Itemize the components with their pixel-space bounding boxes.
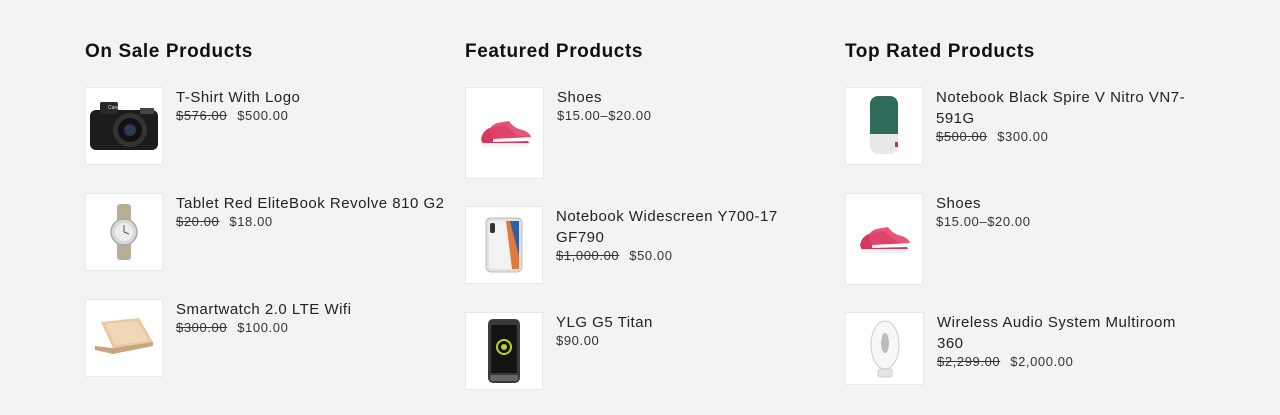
product-thumb[interactable] xyxy=(845,312,924,385)
product-name[interactable]: Tablet Red EliteBook Revolve 810 G2 xyxy=(176,193,446,214)
product-price: $500.00 $300.00 xyxy=(936,129,1206,144)
watch-icon xyxy=(110,204,138,260)
product-item[interactable]: Shoes $15.00–$20.00 xyxy=(845,193,1206,285)
product-price: $300.00 $100.00 xyxy=(176,320,446,335)
column-title: Top Rated Products xyxy=(845,41,1035,62)
current-price: $500.00 xyxy=(237,108,289,123)
product-name[interactable]: Notebook Black Spire V Nitro VN7-591G xyxy=(936,87,1206,129)
product-thumb[interactable] xyxy=(465,206,543,284)
product-name[interactable]: Shoes xyxy=(936,193,1206,214)
laptop-icon xyxy=(95,318,153,354)
featured-column: Featured Products Shoes $15.00–$20.00 No… xyxy=(465,40,825,390)
product-price: $1,000.00 $50.00 xyxy=(556,248,826,263)
old-price: $300.00 xyxy=(176,320,228,335)
column-title: Featured Products xyxy=(465,41,644,62)
product-name[interactable]: Notebook Widescreen Y700-17 GF790 xyxy=(556,206,826,248)
current-price: $100.00 xyxy=(237,320,289,335)
product-name[interactable]: Shoes xyxy=(557,87,827,108)
wireless-speaker-icon xyxy=(870,320,899,377)
product-price: $20.00 $18.00 xyxy=(176,214,446,229)
product-price: $576.00 $500.00 xyxy=(176,108,446,123)
current-price: $50.00 xyxy=(629,248,673,263)
product-item[interactable]: Shoes $15.00–$20.00 xyxy=(465,87,827,179)
product-name[interactable]: T-Shirt With Logo xyxy=(176,87,446,108)
product-widgets: On Sale Products Canon T-Shirt With Logo… xyxy=(0,0,1280,415)
product-thumb[interactable]: Canon xyxy=(85,87,163,165)
product-price: $2,299.00 $2,000.00 xyxy=(937,354,1197,369)
current-price: $15.00–$20.00 xyxy=(936,214,1031,229)
product-thumb[interactable] xyxy=(85,299,163,377)
product-item[interactable]: YLG G5 Titan $90.00 xyxy=(465,312,826,390)
old-price: $20.00 xyxy=(176,214,220,229)
product-price: $15.00–$20.00 xyxy=(557,108,827,123)
product-name[interactable]: YLG G5 Titan xyxy=(556,312,826,333)
product-item[interactable]: Canon T-Shirt With Logo $576.00 $500.00 xyxy=(85,87,446,165)
shoes-icon xyxy=(860,227,910,253)
svg-text:Canon: Canon xyxy=(108,105,123,111)
camera-icon: Canon xyxy=(90,102,158,150)
shoes-icon xyxy=(480,121,531,147)
old-price: $1,000.00 xyxy=(556,248,620,263)
product-item[interactable]: Tablet Red EliteBook Revolve 810 G2 $20.… xyxy=(85,193,446,271)
product-item[interactable]: Smartwatch 2.0 LTE Wifi $300.00 $100.00 xyxy=(85,299,446,377)
old-price: $2,299.00 xyxy=(937,354,1001,369)
speaker-icon xyxy=(870,96,898,154)
product-thumb[interactable] xyxy=(845,193,923,285)
old-price: $576.00 xyxy=(176,108,228,123)
old-price: $500.00 xyxy=(936,129,988,144)
product-item[interactable]: Notebook Widescreen Y700-17 GF790 $1,000… xyxy=(465,206,826,284)
product-price: $90.00 xyxy=(556,333,826,348)
product-thumb[interactable] xyxy=(845,87,923,165)
product-item[interactable]: Notebook Black Spire V Nitro VN7-591G $5… xyxy=(845,87,1206,165)
smartphone-icon xyxy=(488,319,520,383)
product-thumb[interactable] xyxy=(465,312,543,390)
product-name[interactable]: Smartwatch 2.0 LTE Wifi xyxy=(176,299,446,320)
current-price: $90.00 xyxy=(556,333,600,348)
current-price: $15.00–$20.00 xyxy=(557,108,652,123)
top-rated-column: Top Rated Products Notebook Black Spire … xyxy=(845,40,1205,385)
phone-icon xyxy=(485,217,523,273)
product-price: $15.00–$20.00 xyxy=(936,214,1206,229)
current-price: $300.00 xyxy=(997,129,1049,144)
product-thumb[interactable] xyxy=(85,193,163,271)
product-item[interactable]: Wireless Audio System Multiroom 360 $2,2… xyxy=(845,312,1197,385)
column-title: On Sale Products xyxy=(85,41,253,62)
current-price: $18.00 xyxy=(229,214,273,229)
product-name[interactable]: Wireless Audio System Multiroom 360 xyxy=(937,312,1197,354)
product-thumb[interactable] xyxy=(465,87,544,179)
current-price: $2,000.00 xyxy=(1010,354,1074,369)
on-sale-column: On Sale Products Canon T-Shirt With Logo… xyxy=(85,40,445,377)
